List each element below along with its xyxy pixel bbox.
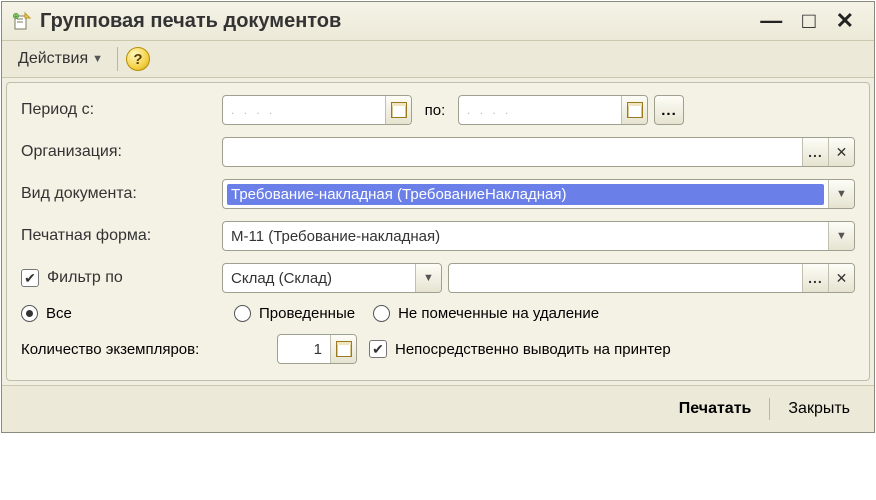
print-form-dropdown-button[interactable]: ▼ xyxy=(828,222,854,250)
titlebar: + Групповая печать документов — □ ✕ xyxy=(2,2,874,40)
close-window-button[interactable]: ✕ xyxy=(826,8,864,34)
radio-not-marked[interactable] xyxy=(373,305,390,322)
print-form-select[interactable]: М-11 (Требование-накладная) ▼ xyxy=(222,221,855,251)
period-from-input[interactable]: . . . . xyxy=(222,95,412,125)
print-form-value: М-11 (Требование-накладная) xyxy=(223,228,828,245)
filter-label: Фильтр по xyxy=(47,269,123,287)
print-form-label: Печатная форма: xyxy=(21,227,216,245)
filter-value-select-button[interactable]: ... xyxy=(802,264,828,292)
filter-field-value: Склад (Склад) xyxy=(223,270,415,287)
radio-all-label: Все xyxy=(46,305,72,322)
period-to-input[interactable]: . . . . xyxy=(458,95,648,125)
calendar-icon xyxy=(627,102,643,118)
print-form-row: Печатная форма: М-11 (Требование-накладн… xyxy=(21,221,855,251)
svg-text:+: + xyxy=(15,14,18,20)
toolbar: Действия ▼ ? xyxy=(2,40,874,78)
copies-value: 1 xyxy=(278,341,330,358)
help-button[interactable]: ? xyxy=(126,47,150,71)
window: + Групповая печать документов — □ ✕ Дейс… xyxy=(1,1,875,433)
copies-row: Количество экземпляров: 1 ✔ Непосредстве… xyxy=(21,334,855,364)
direct-print-label: Непосредственно выводить на принтер xyxy=(395,341,671,358)
radio-all[interactable] xyxy=(21,305,38,322)
actions-label: Действия xyxy=(18,50,88,68)
toolbar-separator xyxy=(117,47,118,71)
calendar-icon xyxy=(391,102,407,118)
period-from-label: Период с: xyxy=(21,101,216,119)
doc-type-select[interactable]: Требование-накладная (ТребованиеНакладна… xyxy=(222,179,855,209)
copies-input[interactable]: 1 xyxy=(277,334,357,364)
doc-type-value: Требование-накладная (ТребованиеНакладна… xyxy=(227,184,824,205)
footer-separator xyxy=(769,398,770,420)
copies-calc-button[interactable] xyxy=(330,335,356,363)
direct-print-group[interactable]: ✔ Непосредственно выводить на принтер xyxy=(369,340,671,358)
doc-type-label: Вид документа: xyxy=(21,185,216,203)
filter-field-dropdown-button[interactable]: ▼ xyxy=(415,264,441,292)
period-to-value: . . . . xyxy=(459,103,621,117)
period-picker-button[interactable]: ... xyxy=(654,95,684,125)
radio-posted[interactable] xyxy=(234,305,251,322)
period-to-label: по: xyxy=(418,102,452,119)
chevron-down-icon: ▼ xyxy=(92,53,103,65)
organization-input[interactable]: ... ✕ xyxy=(222,137,855,167)
organization-label: Организация: xyxy=(21,143,216,161)
close-button[interactable]: Закрыть xyxy=(778,396,860,422)
direct-print-checkbox[interactable]: ✔ xyxy=(369,340,387,358)
filter-row: ✔ Фильтр по Склад (Склад) ▼ ... ✕ xyxy=(21,263,855,293)
calendar-from-button[interactable] xyxy=(385,96,411,124)
footer: Печатать Закрыть xyxy=(2,385,874,432)
radio-posted-group[interactable]: Проведенные xyxy=(234,305,355,322)
radio-row: Все Проведенные Не помеченные на удалени… xyxy=(21,305,855,322)
organization-clear-button[interactable]: ✕ xyxy=(828,138,854,166)
period-from-value: . . . . xyxy=(223,103,385,117)
radio-not-marked-label: Не помеченные на удаление xyxy=(398,305,599,322)
print-button[interactable]: Печатать xyxy=(669,396,762,422)
doc-type-row: Вид документа: Требование-накладная (Тре… xyxy=(21,179,855,209)
filter-label-group: ✔ Фильтр по xyxy=(21,269,216,287)
dots-icon: ... xyxy=(661,102,677,119)
maximize-button[interactable]: □ xyxy=(792,8,825,34)
calendar-to-button[interactable] xyxy=(621,96,647,124)
filter-value-input[interactable]: ... ✕ xyxy=(448,263,855,293)
window-title: Групповая печать документов xyxy=(40,10,750,33)
period-row: Период с: . . . . по: . . . . ... xyxy=(21,95,855,125)
radio-all-group[interactable]: Все xyxy=(21,305,216,322)
app-icon: + xyxy=(12,11,32,31)
minimize-button[interactable]: — xyxy=(750,8,792,34)
radio-posted-label: Проведенные xyxy=(259,305,355,322)
form-body: Период с: . . . . по: . . . . ... Органи… xyxy=(6,82,870,381)
organization-select-button[interactable]: ... xyxy=(802,138,828,166)
filter-field-select[interactable]: Склад (Склад) ▼ xyxy=(222,263,442,293)
actions-menu[interactable]: Действия ▼ xyxy=(12,48,109,70)
organization-row: Организация: ... ✕ xyxy=(21,137,855,167)
filter-checkbox[interactable]: ✔ xyxy=(21,269,39,287)
radio-not-marked-group[interactable]: Не помеченные на удаление xyxy=(373,305,599,322)
copies-label: Количество экземпляров: xyxy=(21,341,271,358)
filter-value-clear-button[interactable]: ✕ xyxy=(828,264,854,292)
calculator-icon xyxy=(336,341,352,357)
doc-type-dropdown-button[interactable]: ▼ xyxy=(828,180,854,208)
